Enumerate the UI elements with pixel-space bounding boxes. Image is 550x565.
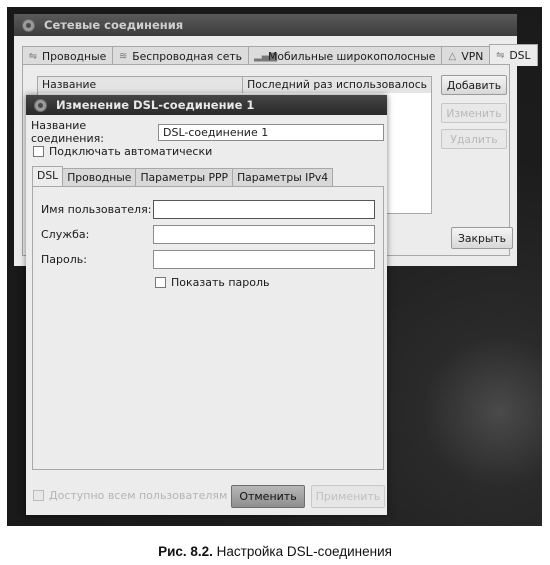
column-last-used[interactable]: Последний раз использовалось — [243, 77, 431, 93]
apply-button[interactable]: Применить — [311, 485, 385, 508]
connection-name-row: Название соединения: — [31, 119, 384, 145]
figure-number: Рис. 8.2. — [158, 544, 213, 559]
connection-name-label: Название соединения: — [31, 119, 104, 145]
tab-label: VPN — [461, 50, 484, 63]
wired-icon: ⇋ — [28, 50, 38, 62]
tab-dsl[interactable]: ⇋ DSL — [489, 44, 538, 66]
figure-caption-text: Настройка DSL-соединения — [212, 544, 392, 559]
window-menu-icon[interactable] — [34, 98, 47, 112]
auto-connect-label: Подключать автоматически — [49, 145, 213, 158]
close-button[interactable]: Закрыть — [451, 227, 513, 249]
desktop-background: Сетевые соединения ⇋ Проводные ≋ Беспров… — [7, 7, 542, 526]
show-password-checkbox[interactable] — [155, 277, 166, 288]
vpn-icon: △ — [448, 50, 457, 62]
wireless-icon: ≋ — [119, 50, 128, 62]
connection-name-input[interactable] — [158, 123, 384, 141]
mobile-signal-icon: ▂▄▆ — [254, 50, 278, 62]
auto-connect-row[interactable]: Подключать автоматически — [33, 145, 212, 158]
tab-label: DSL — [509, 49, 531, 62]
edit-dsl-connection-dialog: Изменение DSL-соединение 1 Название соед… — [26, 95, 387, 515]
tab-wireless[interactable]: ≋ Беспроводная сеть — [112, 46, 250, 66]
column-name[interactable]: Название — [38, 77, 244, 93]
dialog-titlebar[interactable]: Изменение DSL-соединение 1 — [26, 95, 387, 115]
window-title: Сетевые соединения — [44, 18, 184, 32]
show-password-row[interactable]: Показать пароль — [155, 276, 270, 289]
edit-button[interactable]: Изменить — [441, 103, 507, 123]
tab-ppp-settings[interactable]: Параметры PPP — [135, 168, 234, 187]
figure-caption: Рис. 8.2. Настройка DSL-соединения — [0, 544, 550, 559]
tab-dsl-settings[interactable]: DSL — [32, 166, 64, 187]
dsl-icon: ⇋ — [496, 49, 505, 61]
available-all-users-row[interactable]: Доступно всем пользователям — [33, 489, 227, 502]
password-input[interactable] — [153, 250, 375, 269]
tab-vpn[interactable]: △ VPN — [441, 46, 491, 66]
tab-label: Мобильные широкополосные — [268, 50, 436, 63]
username-input[interactable] — [153, 200, 375, 219]
username-label: Имя пользователя: — [41, 203, 152, 216]
tab-mobile-broadband[interactable]: ▂▄▆ Мобильные широкополосные — [248, 46, 443, 66]
tab-label: Проводные — [42, 50, 107, 63]
tab-ipv4-settings[interactable]: Параметры IPv4 — [232, 168, 334, 187]
delete-button[interactable]: Удалить — [441, 129, 507, 149]
available-all-users-label: Доступно всем пользователям — [49, 489, 228, 502]
password-label: Пароль: — [41, 253, 87, 266]
available-all-users-checkbox[interactable] — [33, 490, 44, 501]
connection-type-tabs: ⇋ Проводные ≋ Беспроводная сеть ▂▄▆ Моби… — [22, 44, 538, 66]
connections-list-header: Название Последний раз использовалось — [37, 76, 432, 94]
add-button[interactable]: Добавить — [441, 75, 507, 95]
auto-connect-checkbox[interactable] — [33, 146, 44, 157]
window-menu-icon[interactable] — [22, 18, 35, 32]
network-connections-titlebar[interactable]: Сетевые соединения — [14, 14, 517, 36]
dialog-title: Изменение DSL-соединение 1 — [56, 98, 255, 112]
dialog-tabs: DSL Проводные Параметры PPP Параметры IP… — [32, 166, 334, 187]
tab-wired-settings[interactable]: Проводные — [62, 168, 137, 187]
service-label: Служба: — [41, 228, 90, 241]
tab-label: Беспроводная сеть — [132, 50, 243, 63]
tab-wired[interactable]: ⇋ Проводные — [22, 46, 114, 66]
dsl-settings-panel: Имя пользователя: Служба: Пароль: Показа… — [32, 186, 384, 470]
show-password-label: Показать пароль — [171, 276, 270, 289]
service-input[interactable] — [153, 225, 375, 244]
cancel-button[interactable]: Отменить — [231, 485, 305, 508]
